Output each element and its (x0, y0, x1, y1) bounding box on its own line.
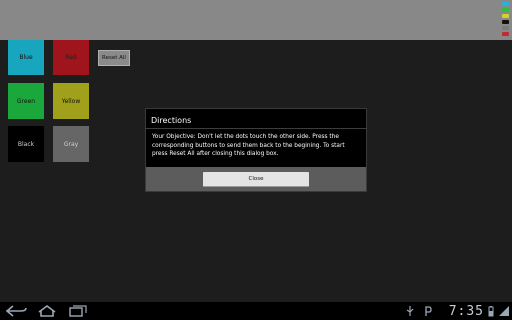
indicator-dot (502, 2, 509, 6)
red-button[interactable]: Red (53, 40, 89, 75)
black-button[interactable]: Black (8, 126, 44, 162)
usb-icon (405, 304, 415, 318)
reset-all-button[interactable]: Reset All (98, 50, 130, 66)
recent-apps-icon[interactable] (68, 304, 90, 318)
indicator-dot (502, 20, 509, 24)
gray-button[interactable]: Gray (53, 126, 89, 162)
dot-indicators (502, 2, 510, 38)
green-button[interactable]: Green (8, 83, 44, 119)
home-icon[interactable] (36, 304, 58, 318)
dialog-footer: Close (146, 167, 366, 191)
dialog-title: Directions (151, 116, 192, 125)
clock: 7:35 (448, 304, 484, 319)
close-button[interactable]: Close (203, 171, 309, 187)
yellow-button[interactable]: Yellow (53, 83, 89, 119)
indicator-dot (502, 8, 509, 12)
title-bar (0, 0, 512, 40)
signal-icon (498, 304, 510, 318)
indicator-dot (502, 14, 509, 18)
indicator-dot (502, 32, 509, 36)
system-navigation-bar: 7:35 (0, 302, 512, 320)
indicator-dot (502, 26, 509, 30)
dialog-message: Your Objective: Don't let the dots touch… (152, 134, 345, 157)
notification-p-icon (424, 304, 432, 318)
blue-button[interactable]: Blue (8, 40, 44, 75)
battery-icon (487, 304, 495, 318)
directions-dialog: Directions Your Objective: Don't let the… (145, 108, 367, 192)
back-icon[interactable] (6, 304, 28, 318)
